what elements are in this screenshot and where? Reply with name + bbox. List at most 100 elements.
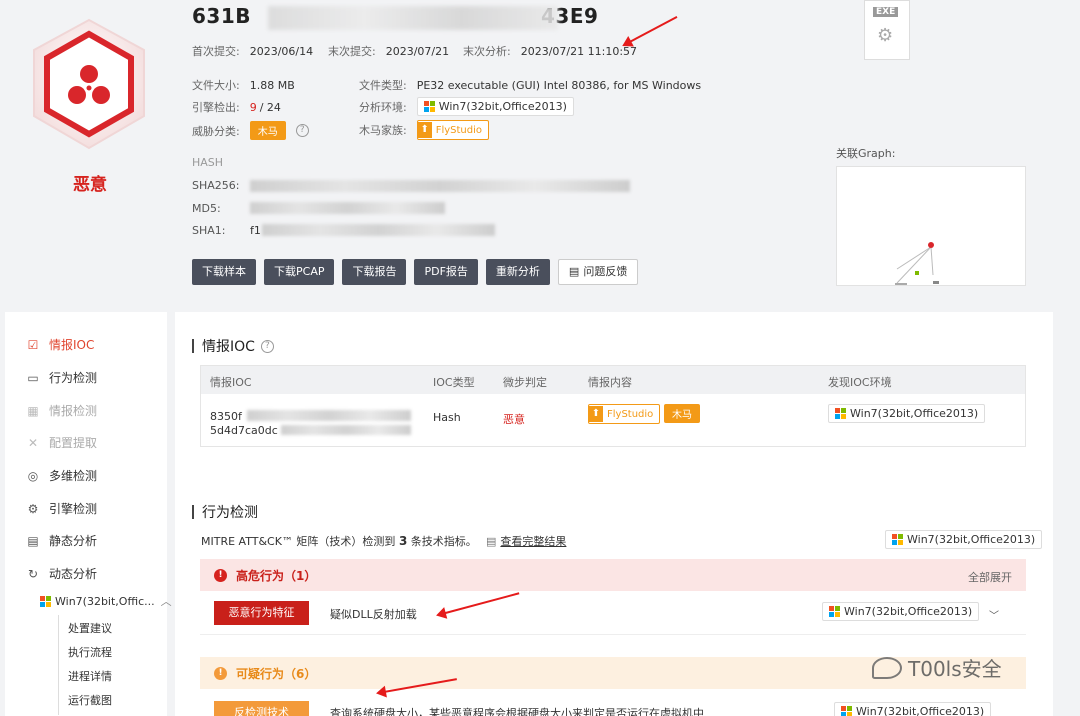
help-icon[interactable]: ?: [260, 339, 274, 353]
download-sample-button[interactable]: 下载样本: [192, 259, 256, 285]
hash-section-title: HASH: [192, 156, 224, 169]
wechat-icon: [872, 656, 902, 679]
gear-icon: ⚙: [877, 25, 894, 46]
action-toolbar: 下载样本 下载PCAP 下载报告 PDF报告 重新分析 ▤ 问题反馈: [192, 259, 639, 285]
graph-label: 关联Graph:: [836, 147, 896, 160]
nav-static[interactable]: ▤ 静态分析: [26, 532, 97, 549]
analysis-env: 分析环境: Win7(32bit,Office2013): [359, 97, 574, 116]
chevron-up-icon: ︿: [160, 595, 172, 608]
nav-engine[interactable]: ⚙ 引擎检测: [26, 500, 97, 517]
monitor-icon: ▭: [27, 370, 39, 385]
download-report-button[interactable]: 下载报告: [342, 259, 407, 285]
high-risk-env-tag: Win7(32bit,Office2013): [822, 602, 980, 621]
suspicious-text: 查询系统硬盘大小，某些恶意程序会根据硬盘大小来判定是否运行在虚拟机中: [330, 707, 704, 716]
engine-detections: 引擎检出: 9/ 24: [192, 100, 281, 115]
view-full-results-link[interactable]: ▤ 查看完整结果: [486, 533, 566, 549]
document-icon: ▤: [486, 534, 497, 548]
col-verdict: 微步判定: [503, 376, 547, 389]
nav-intel-detect[interactable]: ▦ 情报检测: [26, 402, 97, 419]
windows-icon: [40, 595, 51, 607]
windows-icon: [835, 408, 846, 419]
tools-icon: ✕: [27, 435, 39, 450]
ioc-value-line1[interactable]: 8350f: [210, 410, 242, 423]
watermark: T00ls安全: [872, 653, 1002, 682]
malicious-feature-tag[interactable]: 恶意行为特征: [214, 601, 309, 625]
ioc-family-tag[interactable]: ⬆ FlyStudio: [588, 404, 661, 424]
windows-icon: [829, 606, 840, 617]
ioc-table-header: 情报IOC IOC类型 微步判定 情报内容 发现IOC环境: [201, 366, 1025, 394]
sha256-label: SHA256:: [192, 179, 240, 192]
ioc-type: Hash: [433, 411, 461, 424]
last-analysis: 末次分析: 2023/07/21 11:10:57: [463, 44, 638, 59]
ioc-table: 情报IOC IOC类型 微步判定 情报内容 发现IOC环境 8350f 5d4d…: [200, 365, 1026, 447]
graph-canvas: [895, 242, 939, 285]
windows-icon: [841, 706, 852, 716]
feedback-button[interactable]: ▤ 问题反馈: [557, 259, 639, 285]
grid-icon: ▦: [27, 403, 39, 418]
help-icon[interactable]: ?: [295, 124, 309, 137]
nav-multi[interactable]: ◎ 多维检测: [26, 467, 97, 484]
nav-dynamic[interactable]: ↻ 动态分析: [26, 565, 97, 582]
nav-config[interactable]: ✕ 配置提取: [26, 434, 97, 451]
nav-behavior[interactable]: ▭ 行为检测: [26, 369, 97, 386]
md5-value[interactable]: [250, 202, 445, 214]
refresh-icon: ↻: [27, 566, 39, 581]
windows-icon: [892, 534, 903, 545]
relation-graph[interactable]: [836, 166, 1026, 286]
nav-sub-flow[interactable]: 执行流程: [68, 644, 112, 660]
hash-redaction: [268, 6, 558, 30]
high-risk-row[interactable]: 恶意行为特征 疑似DLL反射加载 Win7(32bit,Office2013) …: [200, 591, 1026, 635]
pdf-report-button[interactable]: PDF报告: [414, 259, 478, 285]
flystudio-icon: ⬆: [589, 406, 603, 422]
first-submit: 首次提交: 2023/06/14: [192, 44, 314, 59]
trojan-family: 木马家族: ⬆ FlyStudio: [359, 120, 490, 140]
flystudio-icon: ⬆: [417, 122, 432, 138]
env-tag: Win7(32bit,Office2013): [416, 97, 574, 116]
behavior-env-tag[interactable]: Win7(32bit,Office2013): [885, 530, 1043, 549]
col-ioc-type: IOC类型: [433, 376, 475, 389]
family-tag[interactable]: ⬆ FlyStudio: [416, 120, 490, 140]
high-risk-text: 疑似DLL反射加载: [330, 608, 417, 621]
threat-tag[interactable]: 木马: [249, 121, 286, 140]
behavior-section-title: 行为检测: [192, 502, 258, 522]
anti-detect-tag[interactable]: 反检测技术: [214, 701, 309, 716]
gear-icon: ⚙: [27, 501, 39, 516]
ioc-value-line2[interactable]: 5d4d7ca0dc: [210, 424, 278, 437]
sha1-value[interactable]: [262, 224, 495, 236]
suspicious-title: 可疑行为（6）: [236, 667, 317, 681]
nav-sub-advice[interactable]: 处置建议: [68, 620, 112, 636]
sha256-value[interactable]: [250, 180, 630, 192]
download-pcap-button[interactable]: 下载PCAP: [264, 259, 335, 285]
suspicious-row[interactable]: 反检测技术 查询系统硬盘大小，某些恶意程序会根据硬盘大小来判定是否运行在虚拟机中…: [200, 689, 1026, 716]
md5-label: MD5:: [192, 202, 221, 215]
ioc-section-title: 情报IOC?: [192, 336, 274, 356]
windows-icon: [423, 101, 435, 112]
warning-icon: !: [214, 667, 227, 680]
nav-sub-screenshot[interactable]: 运行截图: [68, 692, 112, 708]
nav-tree-line: [58, 615, 59, 715]
malware-shield-icon: [33, 18, 145, 150]
suspicious-env-tag: Win7(32bit,Office2013): [834, 702, 992, 716]
file-size: 文件大小: 1.88 MB: [192, 78, 295, 93]
nav-sub-process[interactable]: 进程详情: [68, 668, 112, 684]
alert-icon: !: [214, 569, 227, 582]
chevron-down-icon[interactable]: ﹀: [989, 607, 999, 622]
ioc-redaction: [281, 425, 411, 435]
mitre-summary: MITRE ATT&CK™ 矩阵（技术）检测到 3 条技术指标。: [201, 534, 477, 548]
high-risk-header[interactable]: ! 高危行为（1） 全部展开: [200, 559, 1026, 591]
ioc-env-tag: Win7(32bit,Office2013): [828, 404, 986, 423]
annotation-arrow: [623, 15, 678, 46]
last-submit: 末次提交: 2023/07/21: [328, 44, 450, 59]
high-risk-title: 高危行为（1）: [236, 569, 317, 583]
ioc-verdict: 恶意: [503, 413, 525, 426]
file-type: 文件类型: PE32 executable (GUI) Intel 80386, …: [359, 78, 702, 93]
nav-env-selector[interactable]: Win7(32bit,Offic... ︿: [40, 593, 172, 609]
ioc-threat-tag[interactable]: 木马: [664, 404, 700, 423]
col-content: 情报内容: [588, 376, 632, 389]
feedback-icon: ▤: [568, 265, 580, 278]
exe-file-icon: EXE ⚙: [864, 0, 910, 60]
reanalyze-button[interactable]: 重新分析: [485, 259, 550, 285]
expand-all-link[interactable]: 全部展开: [968, 569, 1012, 585]
nav-intel-ioc[interactable]: ☑ 情报IOC: [26, 336, 95, 353]
document-icon: ▤: [27, 533, 39, 548]
